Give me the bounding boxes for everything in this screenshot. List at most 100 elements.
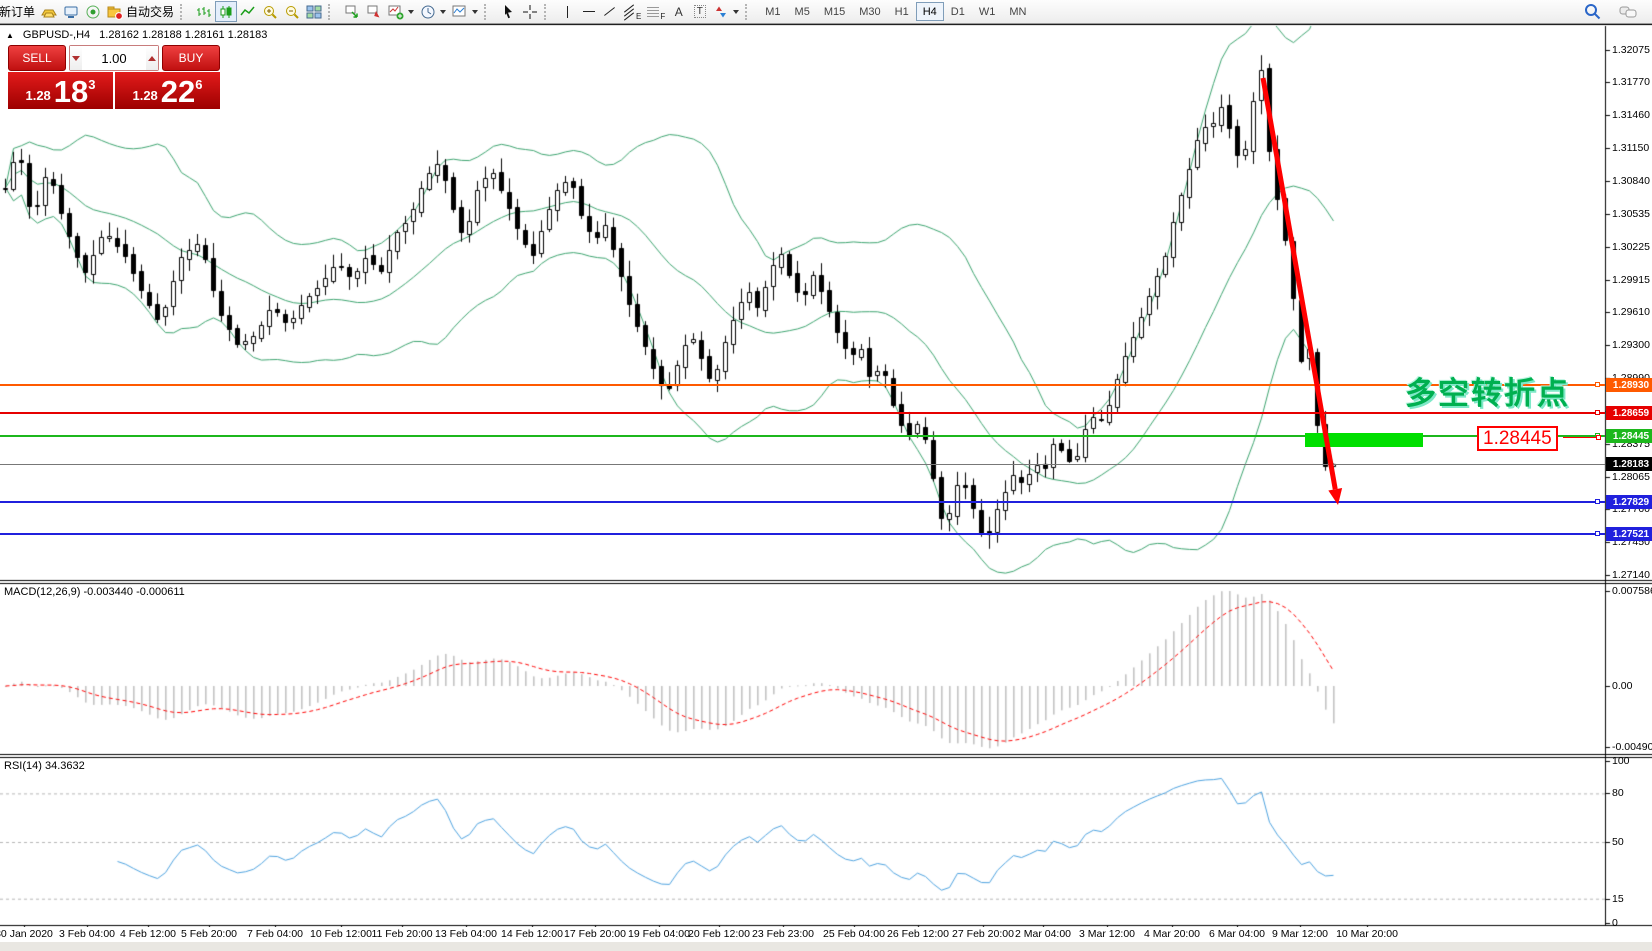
volume-decrease-button[interactable] bbox=[70, 46, 82, 70]
time-axis-label: 25 Feb 04:00 bbox=[823, 928, 885, 940]
callout-anchor-handle[interactable] bbox=[1596, 435, 1601, 440]
trendline-tool-button[interactable] bbox=[599, 1, 620, 22]
text-tool-icon: A bbox=[675, 5, 683, 19]
time-axis-label: 14 Feb 12:00 bbox=[501, 928, 563, 940]
panel-collapse-icon[interactable]: ▲ bbox=[6, 31, 14, 40]
line-anchor-handle[interactable] bbox=[1595, 382, 1600, 387]
buy-button[interactable]: BUY bbox=[162, 45, 220, 71]
timeframe-m30-button[interactable]: M30 bbox=[852, 2, 887, 21]
hline-1.27521[interactable] bbox=[0, 533, 1605, 535]
vertical-line-icon bbox=[567, 6, 568, 18]
ohlc-bars-icon bbox=[196, 4, 212, 20]
hline-1.28930[interactable] bbox=[0, 384, 1605, 386]
line-chart-icon bbox=[240, 4, 256, 20]
time-axis-label: 23 Feb 23:00 bbox=[752, 928, 814, 940]
timeframe-m5-button[interactable]: M5 bbox=[788, 2, 817, 21]
channel-letter: E bbox=[636, 12, 641, 21]
signals-button[interactable] bbox=[82, 1, 104, 22]
clock-icon bbox=[420, 4, 436, 20]
auto-trading-button[interactable]: 自动交易 bbox=[104, 1, 177, 22]
buy-price-display[interactable]: 1.28226 bbox=[115, 72, 220, 109]
channel-icon bbox=[623, 6, 635, 18]
timeframe-h4-button[interactable]: H4 bbox=[916, 2, 944, 21]
turning-point-annotation[interactable]: 多空转折点 bbox=[1405, 368, 1570, 413]
timeframe-toolbar: M1M5M15M30H1H4D1W1MN bbox=[758, 2, 1033, 22]
symbol-period-label: GBPUSD-,H4 bbox=[23, 29, 90, 41]
new-chart-icon bbox=[388, 4, 404, 20]
timeframe-m15-button[interactable]: M15 bbox=[817, 2, 852, 21]
candlestick-mode-button[interactable] bbox=[215, 1, 237, 22]
price-callout[interactable]: 1.28445 bbox=[1477, 426, 1558, 451]
auto-scroll-icon bbox=[344, 4, 360, 20]
price-axis-tick: 1.29300 bbox=[1612, 339, 1650, 351]
toolbar-grip bbox=[180, 4, 189, 20]
price-chart-canvas[interactable] bbox=[0, 24, 1652, 927]
zoom-out-button[interactable] bbox=[281, 1, 303, 22]
line-anchor-handle[interactable] bbox=[1595, 499, 1600, 504]
volume-input[interactable] bbox=[82, 46, 147, 70]
trendline-icon bbox=[604, 7, 615, 16]
channel-tool-button[interactable]: E bbox=[620, 1, 644, 22]
text-tool-button[interactable]: A bbox=[668, 1, 689, 22]
bar-chart-mode-button[interactable] bbox=[193, 1, 215, 22]
timeframe-h1-button[interactable]: H1 bbox=[888, 2, 916, 21]
auto-scroll-button[interactable] bbox=[341, 1, 363, 22]
price-axis-tick: 1.31770 bbox=[1612, 76, 1650, 88]
new-order-button[interactable]: 新订单 bbox=[0, 1, 38, 22]
chart-shift-icon bbox=[366, 4, 382, 20]
dropdown-caret-icon bbox=[408, 10, 414, 14]
template-icon bbox=[452, 4, 468, 20]
period-selector-button[interactable] bbox=[417, 1, 449, 22]
new-chart-button[interactable] bbox=[385, 1, 417, 22]
main-toolbar: 新订单 自动交易 bbox=[0, 0, 1652, 24]
templates-button[interactable] bbox=[449, 1, 481, 22]
chat-button[interactable] bbox=[1616, 1, 1640, 22]
ohlc-values: 1.28162 1.28188 1.28161 1.28183 bbox=[99, 29, 267, 41]
arrows-tool-button[interactable] bbox=[710, 1, 742, 22]
volume-increase-button[interactable] bbox=[146, 46, 158, 70]
sell-button[interactable]: SELL bbox=[8, 45, 66, 71]
time-axis-label: 5 Feb 20:00 bbox=[181, 928, 237, 940]
timeframe-d1-button[interactable]: D1 bbox=[944, 2, 972, 21]
price-badge-1.28930: 1.28930 bbox=[1606, 378, 1652, 392]
fibonacci-tool-button[interactable]: F bbox=[644, 1, 668, 22]
price-badge-1.27521: 1.27521 bbox=[1606, 527, 1652, 541]
rsi-axis-label: 15 bbox=[1612, 893, 1624, 905]
zoom-out-icon bbox=[284, 4, 300, 20]
cursor-tool-button[interactable] bbox=[497, 1, 519, 22]
tile-windows-button[interactable] bbox=[303, 1, 325, 22]
buy-price-big: 22 bbox=[161, 77, 195, 106]
price-axis-tick: 1.28065 bbox=[1612, 471, 1650, 483]
rsi-axis-label: 50 bbox=[1612, 836, 1624, 848]
hline-1.28183[interactable] bbox=[0, 464, 1605, 465]
terminal-button[interactable] bbox=[60, 1, 82, 22]
horizontal-line-tool-button[interactable] bbox=[578, 1, 599, 22]
price-badge-1.27829: 1.27829 bbox=[1606, 495, 1652, 509]
candlestick-icon bbox=[218, 4, 234, 20]
zoom-in-button[interactable] bbox=[259, 1, 281, 22]
chart-shift-button[interactable] bbox=[363, 1, 385, 22]
line-anchor-handle[interactable] bbox=[1595, 410, 1600, 415]
hline-1.27829[interactable] bbox=[0, 501, 1605, 503]
line-chart-mode-button[interactable] bbox=[237, 1, 259, 22]
timeframe-mn-button[interactable]: MN bbox=[1002, 2, 1033, 21]
timeframe-m1-button[interactable]: M1 bbox=[758, 2, 787, 21]
hline-1.28659[interactable] bbox=[0, 412, 1605, 414]
text-label-tool-button[interactable]: T bbox=[689, 1, 710, 22]
crosshair-tool-button[interactable] bbox=[519, 1, 541, 22]
chart-title: ▲ GBPUSD-,H4 1.28162 1.28188 1.28161 1.2… bbox=[6, 29, 267, 41]
time-axis-label: 27 Feb 20:00 bbox=[952, 928, 1014, 940]
search-button[interactable] bbox=[1581, 1, 1604, 22]
sell-price-display[interactable]: 1.28183 bbox=[8, 72, 113, 109]
time-axis-label: 10 Feb 12:00 bbox=[310, 928, 372, 940]
chart-window[interactable]: ▲ GBPUSD-,H4 1.28162 1.28188 1.28161 1.2… bbox=[0, 24, 1652, 951]
vertical-line-tool-button[interactable] bbox=[557, 1, 578, 22]
signal-icon bbox=[85, 4, 101, 20]
history-center-button[interactable] bbox=[38, 1, 60, 22]
timeframe-w1-button[interactable]: W1 bbox=[972, 2, 1003, 21]
highlight-rectangle[interactable] bbox=[1305, 433, 1423, 447]
dropdown-caret-icon bbox=[733, 10, 739, 14]
sell-price-big: 18 bbox=[54, 77, 88, 106]
line-anchor-handle[interactable] bbox=[1595, 531, 1600, 536]
time-axis-label: 11 Feb 20:00 bbox=[371, 928, 432, 940]
